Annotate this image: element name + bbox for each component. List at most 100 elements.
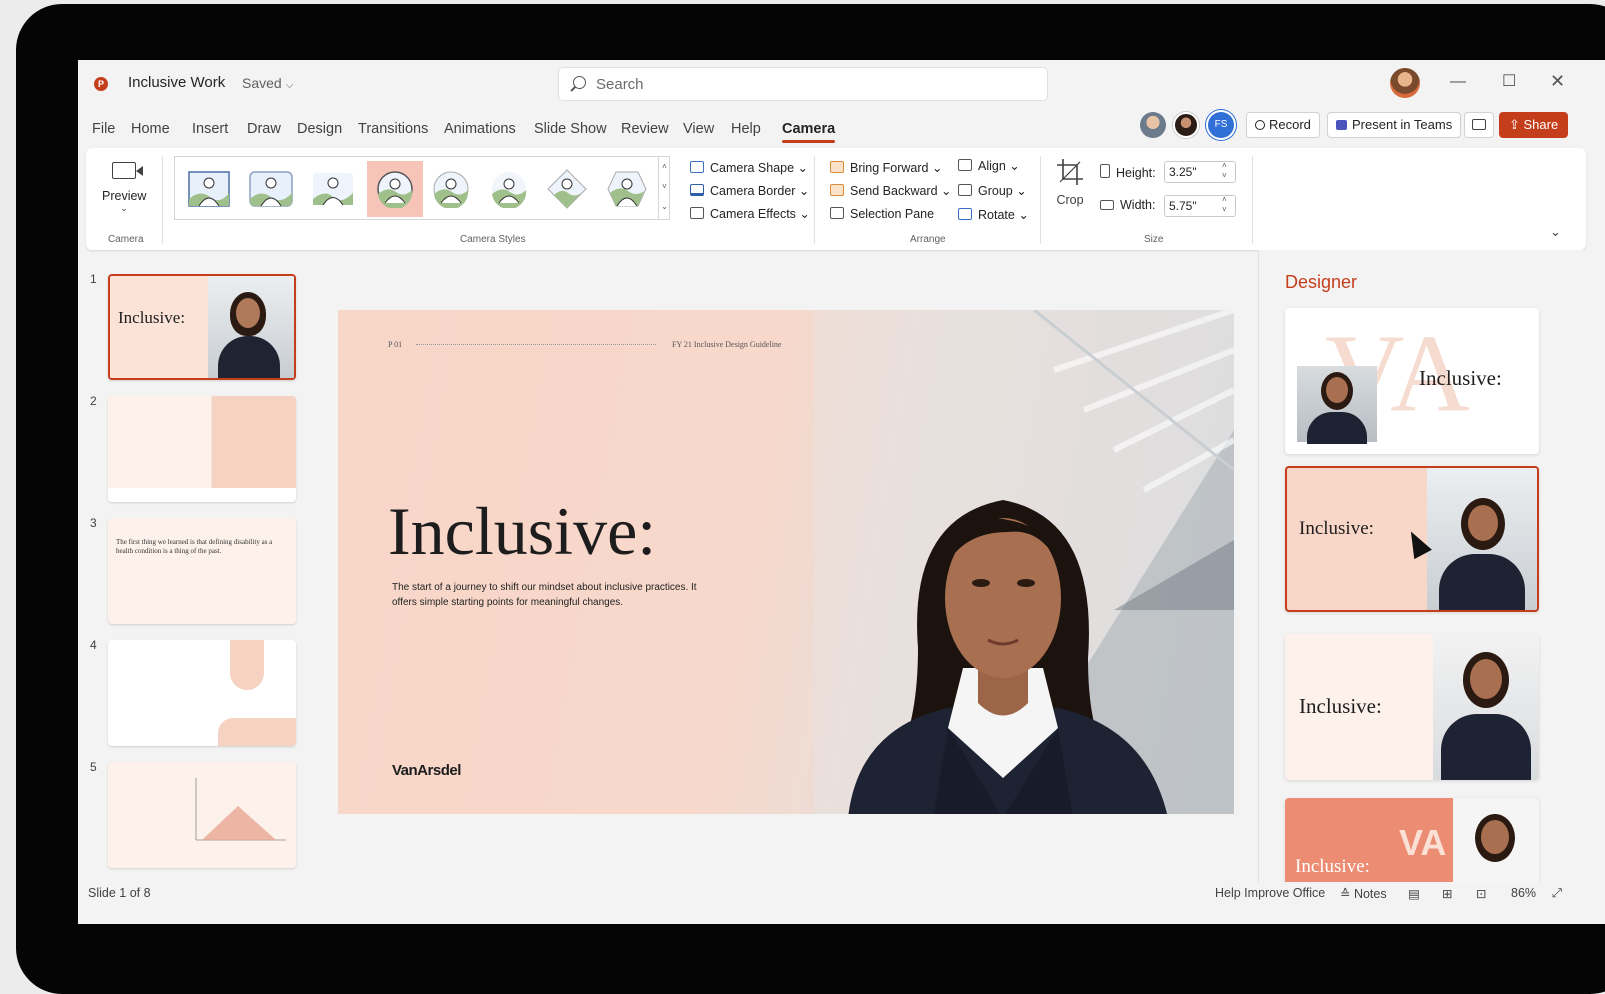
comments-button[interactable] — [1464, 112, 1494, 138]
gallery-scroll[interactable]: ˄ ˅ ⌄ — [658, 157, 670, 219]
divider — [1252, 156, 1253, 244]
tab-review[interactable]: Review — [621, 121, 669, 137]
title-bar: P Inclusive Work Saved ⌵ Search — ☐ ✕ — [78, 60, 1605, 108]
design-heading: Inclusive: — [1299, 694, 1382, 718]
record-button[interactable]: Record — [1246, 112, 1320, 138]
camera-style-option[interactable] — [423, 161, 479, 217]
divider — [162, 156, 163, 244]
tab-transitions[interactable]: Transitions — [358, 121, 428, 137]
send-backward-label: Send Backward — [850, 184, 938, 198]
height-spinner[interactable]: ˄ ˅ — [1222, 161, 1227, 181]
tab-insert[interactable]: Insert — [192, 121, 228, 137]
dotted-rule — [416, 344, 656, 345]
width-spinner[interactable]: ˄ ˅ — [1222, 195, 1227, 215]
camera-icon — [112, 162, 143, 179]
share-button[interactable]: ⇪ Share — [1499, 112, 1569, 138]
tab-file[interactable]: File — [92, 121, 115, 137]
rotate-button[interactable]: Rotate ⌄ — [958, 207, 1029, 222]
slide-thumbnail-5[interactable] — [108, 762, 296, 868]
thumbnail-chart — [195, 778, 286, 841]
camera-shape-button[interactable]: Camera Shape ⌄ — [690, 160, 808, 175]
design-option-2-selected[interactable]: Inclusive: — [1285, 466, 1539, 612]
presenter-camera-feed[interactable] — [788, 428, 1228, 814]
crop-label: Crop — [1056, 193, 1084, 207]
thumbnail-shape — [230, 640, 264, 690]
close-icon[interactable]: ✕ — [1550, 71, 1565, 92]
camera-style-option[interactable] — [305, 161, 361, 217]
preview-button[interactable]: Preview ⌄ — [102, 158, 146, 228]
saved-status[interactable]: Saved ⌵ — [242, 75, 293, 91]
tab-slide-show[interactable]: Slide Show — [534, 121, 607, 137]
search-box[interactable]: Search — [558, 67, 1048, 101]
slide-thumbnail-1[interactable]: Inclusive: — [108, 274, 296, 380]
notes-label: Notes — [1353, 887, 1387, 901]
camera-effects-button[interactable]: Camera Effects ⌄ — [690, 206, 810, 221]
slide-thumbnail-3[interactable]: The first thing we learned is that defin… — [108, 518, 296, 624]
present-in-teams-button[interactable]: Present in Teams — [1327, 112, 1462, 138]
slide-subtitle[interactable]: The start of a journey to shift our mind… — [392, 580, 722, 610]
align-icon — [958, 159, 972, 171]
design-option-1[interactable]: VA Inclusive: — [1285, 308, 1539, 454]
collaborator-avatar[interactable] — [1173, 112, 1199, 138]
tab-home[interactable]: Home — [131, 121, 170, 137]
user-avatar[interactable] — [1390, 68, 1420, 98]
thumbnail-number: 3 — [90, 516, 97, 530]
bring-forward-label: Bring Forward — [850, 161, 929, 175]
slide-thumbnail-2[interactable] — [108, 396, 296, 502]
slide-sorter-icon[interactable]: ⊞ — [1442, 886, 1452, 901]
tab-view[interactable]: View — [683, 121, 714, 137]
camera-style-option[interactable] — [243, 161, 299, 217]
preview-label: Preview — [102, 189, 147, 203]
selection-pane-icon — [830, 207, 844, 219]
crop-button[interactable]: Crop — [1052, 158, 1088, 207]
design-heading: Inclusive: — [1419, 366, 1502, 390]
vanarsdel-logo: VanArsdel — [392, 762, 461, 779]
camera-border-button[interactable]: Camera Border ⌄ — [690, 183, 809, 198]
thumbnail-number: 1 — [90, 272, 97, 286]
collapse-ribbon-icon[interactable]: ⌄ — [1550, 224, 1561, 240]
reading-view-icon[interactable]: ⊡ — [1476, 886, 1486, 901]
selection-pane-button[interactable]: Selection Pane — [830, 207, 934, 221]
tab-help[interactable]: Help — [731, 121, 761, 137]
notes-button[interactable]: ≙ Notes — [1340, 886, 1387, 901]
fit-to-window-icon[interactable]: ⤢ — [1552, 886, 1562, 901]
teams-icon — [1336, 120, 1347, 130]
main-slide-canvas[interactable]: P 01 FY 21 Inclusive Design Guideline In… — [338, 310, 1234, 814]
comment-icon — [1472, 119, 1486, 130]
slide-page-number: P 01 — [388, 340, 403, 349]
slide-heading[interactable]: Inclusive: — [388, 492, 656, 571]
collaborator-avatar[interactable] — [1140, 112, 1166, 138]
help-improve-office-link[interactable]: Help Improve Office — [1215, 886, 1325, 900]
search-placeholder: Search — [596, 76, 644, 93]
designer-title: Designer — [1285, 272, 1358, 292]
tab-design[interactable]: Design — [297, 121, 342, 137]
tab-animations[interactable]: Animations — [444, 121, 516, 137]
camera-style-option[interactable] — [181, 161, 237, 217]
document-title[interactable]: Inclusive Work — [128, 74, 225, 91]
camera-style-option[interactable] — [481, 161, 537, 217]
send-backward-button[interactable]: Send Backward ⌄ — [830, 183, 952, 198]
normal-view-icon[interactable]: ▤ — [1408, 886, 1420, 901]
thumbnail-number: 5 — [90, 760, 97, 774]
design-option-3[interactable]: Inclusive: — [1285, 634, 1539, 780]
zoom-level[interactable]: 86% — [1511, 886, 1536, 900]
divider — [1040, 156, 1041, 244]
tab-draw[interactable]: Draw — [247, 121, 281, 137]
camera-group-label: Camera — [108, 234, 144, 245]
bring-forward-button[interactable]: Bring Forward ⌄ — [830, 160, 942, 175]
minimize-icon[interactable]: — — [1450, 73, 1466, 91]
thumbnail-number: 2 — [90, 394, 97, 408]
align-button[interactable]: Align ⌄ — [958, 158, 1020, 173]
tab-camera[interactable]: Camera — [782, 121, 836, 143]
camera-style-option[interactable] — [539, 161, 595, 217]
height-label-text: Height: — [1116, 166, 1156, 180]
powerpoint-window: P Inclusive Work Saved ⌵ Search — ☐ ✕ Fil… — [78, 60, 1605, 924]
maximize-icon[interactable]: ☐ — [1502, 71, 1516, 91]
align-label: Align — [978, 159, 1006, 173]
camera-style-option-selected[interactable] — [367, 161, 423, 217]
group-button[interactable]: Group ⌄ — [958, 183, 1027, 198]
slide-thumbnail-4[interactable] — [108, 640, 296, 746]
camera-style-option[interactable] — [599, 161, 655, 217]
thumbnail-shape — [218, 718, 296, 746]
collaborator-initials[interactable]: FS — [1208, 112, 1234, 138]
